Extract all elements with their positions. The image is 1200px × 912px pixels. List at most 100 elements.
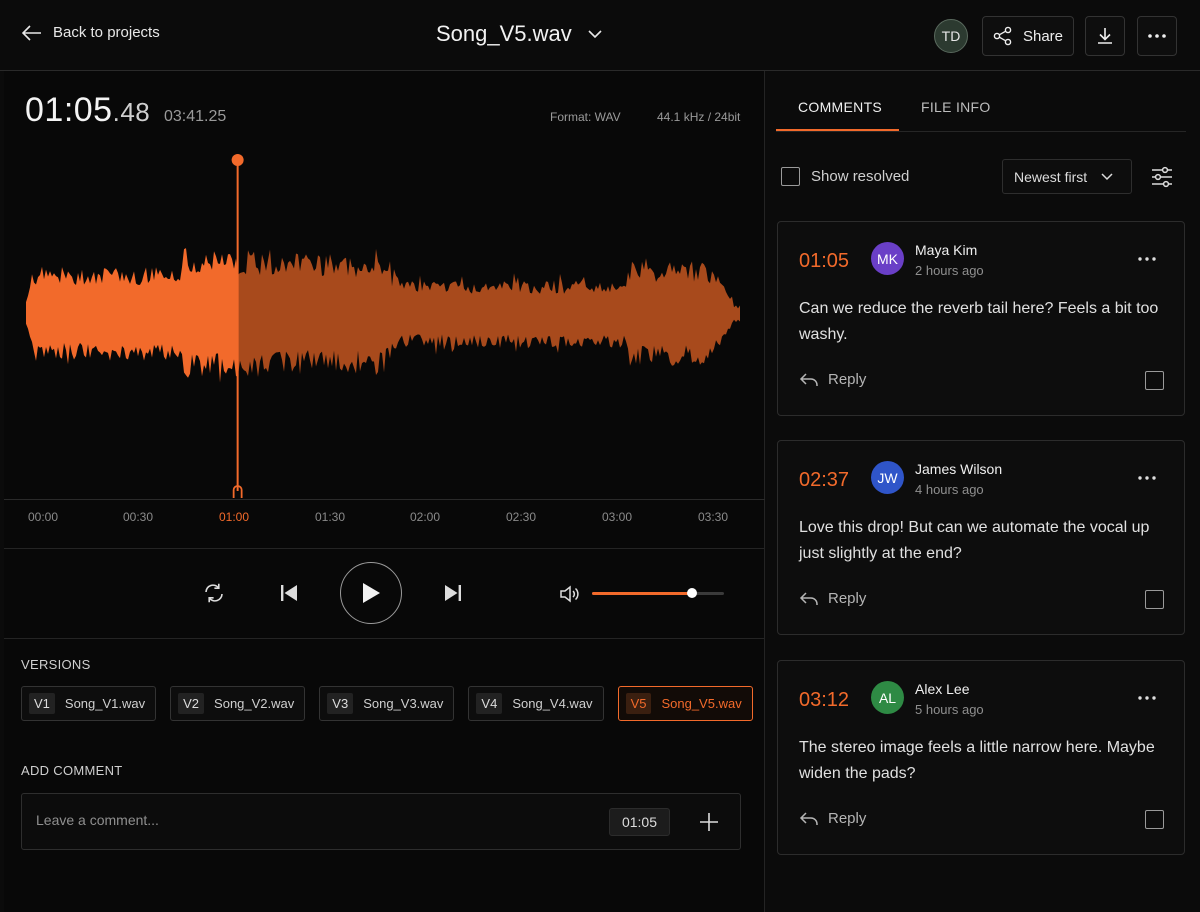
resolve-checkbox[interactable] [1145, 371, 1164, 390]
comment-time-ago: 2 hours ago [915, 263, 984, 278]
comment-card[interactable]: 02:37 JW James Wilson 4 hours ago Love this … [777, 440, 1185, 635]
back-to-projects-link[interactable]: Back to projects [22, 24, 160, 41]
tab-comments[interactable]: COMMENTS [798, 99, 882, 115]
comments-panel: COMMENTS FILE INFO Show resolved Newest … [766, 71, 1200, 912]
volume-icon[interactable] [558, 583, 580, 605]
arrow-left-icon [22, 24, 41, 41]
comment-author: James Wilson [915, 461, 1003, 477]
chevron-down-icon [588, 29, 602, 38]
comment-author: Alex Lee [915, 681, 970, 697]
reply-icon [799, 811, 818, 825]
version-tag: V5 [625, 693, 652, 714]
file-title: Song_V5.wav [436, 21, 572, 46]
version-v5-button[interactable]: V5 Song_V5.wav [617, 686, 753, 721]
divider [4, 638, 765, 639]
version-v2-button[interactable]: V2 Song_V2.wav [170, 686, 306, 721]
version-v4-button[interactable]: V4 Song_V4.wav [468, 686, 604, 721]
reply-label: Reply [828, 590, 867, 607]
reply-icon [799, 372, 818, 386]
reply-icon [799, 591, 818, 605]
avatar: JW [871, 461, 904, 494]
timeline-tick: 01:30 [314, 510, 346, 524]
comment-input[interactable] [36, 812, 596, 828]
share-button[interactable]: Share [982, 16, 1074, 56]
share-icon [993, 26, 1012, 46]
comment-time-ago: 5 hours ago [915, 702, 984, 717]
tab-file-info[interactable]: FILE INFO [921, 99, 991, 115]
user-avatar[interactable]: TD [934, 19, 968, 53]
show-resolved-checkbox[interactable] [781, 167, 800, 186]
timeline-axis [4, 499, 765, 500]
comment-timestamp[interactable]: 01:05 [609, 808, 670, 836]
play-icon [363, 583, 380, 603]
more-horizontal-icon [1148, 34, 1166, 38]
plus-icon[interactable] [697, 810, 721, 834]
loop-icon [205, 583, 223, 603]
comment-text: Love this drop! But can we automate the … [799, 519, 1150, 562]
avatar: MK [871, 242, 904, 275]
download-button[interactable] [1085, 16, 1125, 56]
chevron-down-icon [1101, 172, 1113, 180]
timeline-tick: 00:00 [27, 510, 59, 524]
download-icon [1098, 28, 1112, 44]
add-comment-label: ADD COMMENT [21, 763, 123, 778]
reply-button[interactable]: Reply [799, 371, 866, 388]
version-filename: Song_V1.wav [64, 696, 146, 711]
file-format: Format: WAV [550, 110, 621, 124]
more-horizontal-icon[interactable] [1136, 469, 1158, 487]
timeline-ticks: 00:00 00:30 01:00 01:30 02:00 02:30 03:00 03:30 [4, 510, 765, 530]
version-v3-button[interactable]: V3 Song_V3.wav [319, 686, 455, 721]
comment-timestamp[interactable]: 02:37 [799, 469, 849, 492]
timeline-tick: 03:30 [697, 510, 729, 524]
comment-timestamp[interactable]: 01:05 [799, 250, 849, 273]
avatar: AL [871, 681, 904, 714]
version-filename: Song_V2.wav [214, 696, 295, 711]
previous-button[interactable] [276, 578, 302, 608]
version-v1-button[interactable]: V1 Song_V1.wav [21, 686, 157, 721]
version-tag: V2 [178, 693, 205, 714]
version-filename: Song_V4.wav [512, 696, 593, 711]
active-tab-indicator [776, 129, 899, 131]
more-options-button[interactable] [1137, 16, 1177, 56]
more-horizontal-icon[interactable] [1136, 250, 1158, 268]
reply-label: Reply [828, 810, 867, 827]
version-tag: V1 [29, 693, 55, 714]
share-label: Share [1022, 27, 1064, 45]
sliders-icon[interactable] [1149, 164, 1175, 190]
skip-back-icon [281, 585, 297, 601]
sort-dropdown[interactable]: Newest first [1002, 159, 1132, 194]
comment-card[interactable]: 01:05 MK Maya Kim 2 hours ago Can we reduce … [777, 221, 1185, 416]
reply-button[interactable]: Reply [799, 590, 866, 607]
timeline-tick: 02:30 [505, 510, 537, 524]
sort-label: Newest first [1014, 168, 1088, 185]
comment-author: Maya Kim [915, 242, 978, 258]
panel-tabs: COMMENTS FILE INFO [776, 71, 1186, 132]
resolve-checkbox[interactable] [1145, 590, 1164, 609]
loop-button[interactable] [200, 578, 228, 608]
version-filename: Song_V3.wav [363, 696, 444, 711]
volume-fill [592, 592, 693, 595]
waveform-canvas[interactable] [4, 151, 765, 499]
versions-list: V1 Song_V1.wav V2 Song_V2.wav V3 Song_V3.wav V… [21, 686, 753, 721]
comment-card[interactable]: 03:12 AL Alex Lee 5 hours ago The stereo ima… [777, 660, 1185, 855]
volume-slider[interactable] [592, 588, 724, 598]
file-title-dropdown[interactable]: Song_V5.wav [436, 21, 602, 47]
volume-knob[interactable] [687, 588, 698, 598]
versions-label: VERSIONS [21, 657, 91, 672]
reply-button[interactable]: Reply [799, 810, 866, 827]
timeline-tick: 01:00 [218, 510, 250, 524]
play-button[interactable] [340, 562, 402, 624]
playhead-handle[interactable] [231, 154, 244, 166]
comment-timestamp[interactable]: 03:12 [799, 689, 849, 712]
timeline-tick: 02:00 [409, 510, 441, 524]
version-filename: Song_V5.wav [661, 696, 742, 711]
add-comment-box: 01:05 [21, 793, 741, 850]
next-button[interactable] [440, 578, 466, 608]
comment-time-ago: 4 hours ago [915, 482, 984, 497]
resolve-checkbox[interactable] [1145, 810, 1164, 829]
show-resolved-toggle[interactable]: Show resolved [781, 167, 909, 186]
more-horizontal-icon[interactable] [1136, 689, 1158, 707]
waveform[interactable] [4, 151, 765, 499]
version-tag: V3 [327, 693, 354, 714]
timeline-tick: 00:30 [122, 510, 154, 524]
